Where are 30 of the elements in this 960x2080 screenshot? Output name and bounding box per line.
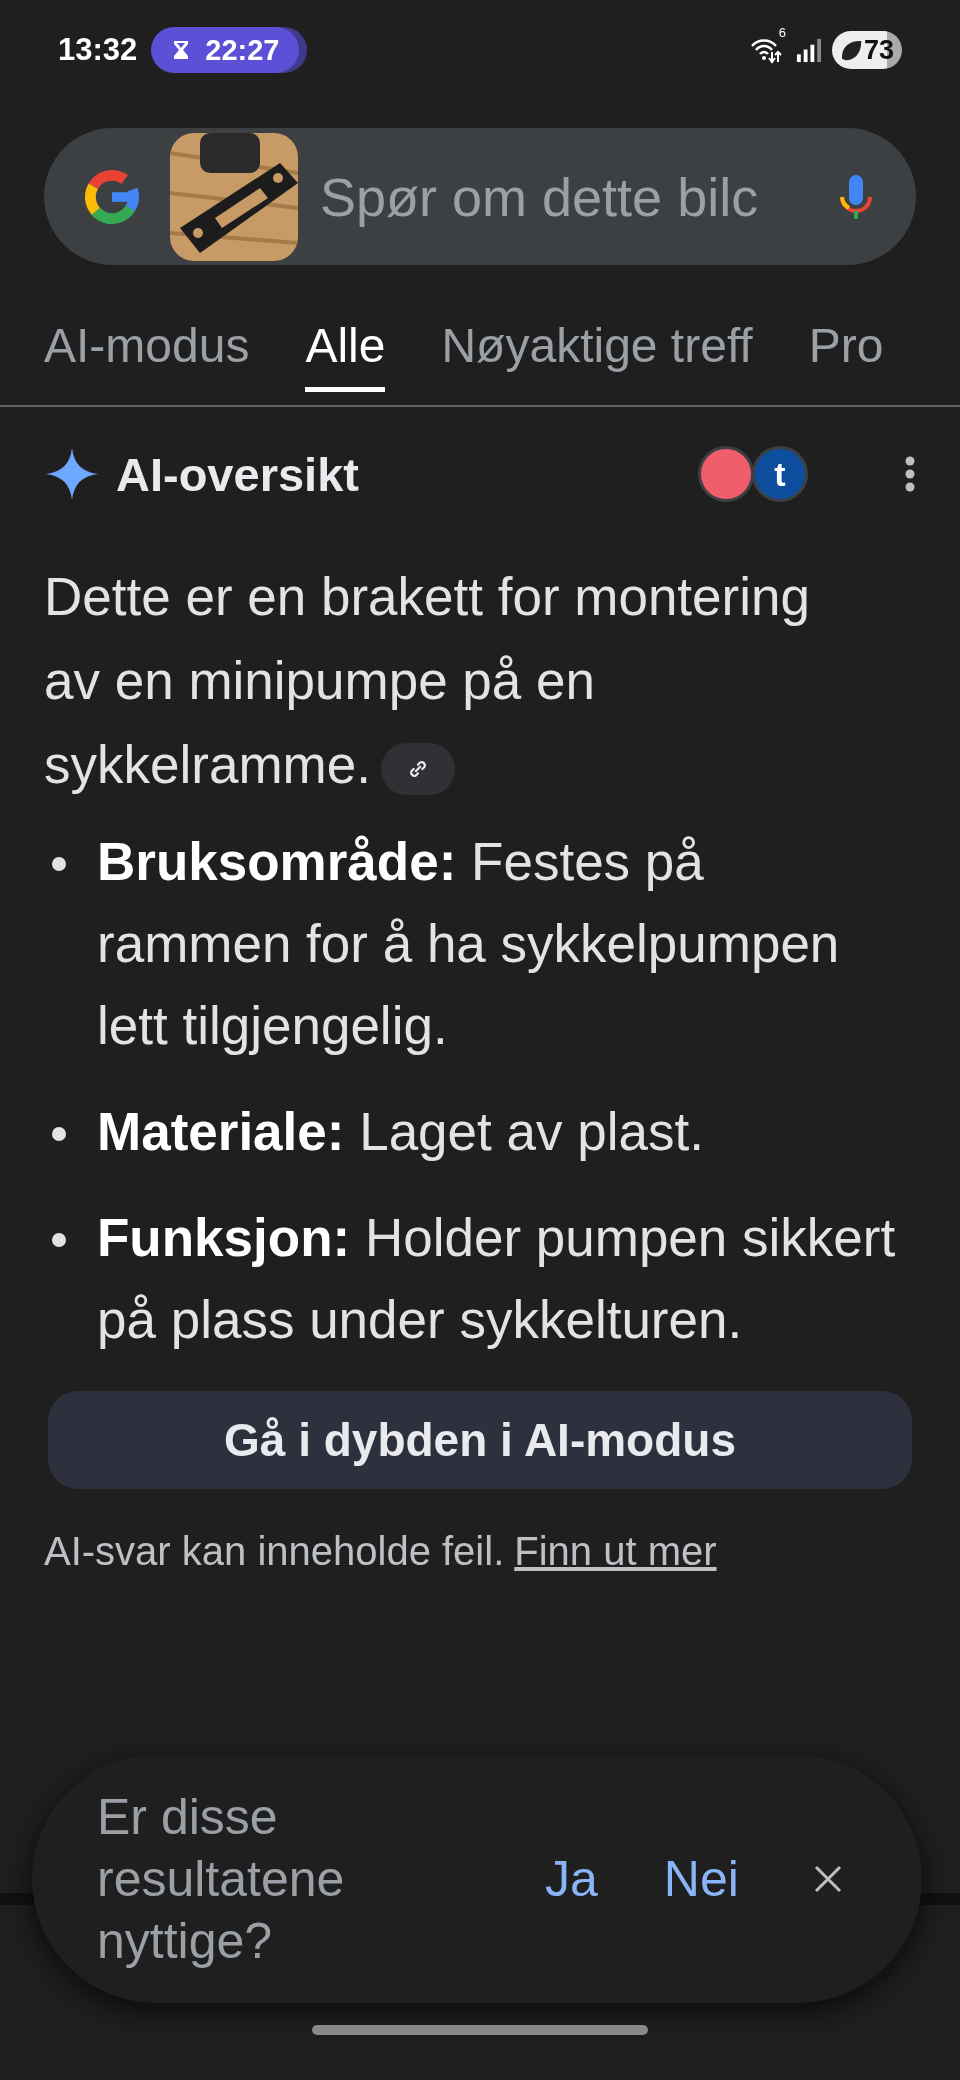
yes-button[interactable]: Ja <box>545 1850 598 1908</box>
bullet-dot <box>52 1233 66 1247</box>
bullet-text: Bruksområde: Festes på rammen for å ha sykkelpumpen lett tilgjengelig. <box>97 831 841 1057</box>
tab[interactable]: Nøyaktige treff <box>441 300 753 392</box>
section-title: AI-oversikt <box>116 446 360 502</box>
bullet-dot <box>52 857 66 871</box>
deep-dive-button[interactable]: Gå i dybden i AI-modus <box>48 1391 912 1489</box>
bullet-dot <box>52 1127 66 1141</box>
no-button[interactable]: Nei <box>663 1850 739 1908</box>
source-icon[interactable] <box>698 446 754 502</box>
battery-indicator: 73 <box>831 31 902 69</box>
disclaimer-text: AI-svar kan inneholde feil. <box>44 1529 505 1574</box>
clock-time: 13:32 <box>58 32 138 68</box>
tab[interactable]: AI-modus <box>44 300 250 392</box>
wifi-icon <box>748 36 783 64</box>
link-button[interactable] <box>380 743 455 795</box>
source-icon[interactable]: t <box>752 446 808 502</box>
search-field[interactable]: Spør om dette bilc <box>320 161 836 232</box>
tab[interactable]: Alle <box>305 300 386 392</box>
bullet-text: Materiale: Laget av plast. <box>97 1101 705 1163</box>
close-icon[interactable] <box>812 1864 843 1894</box>
learn-more-link[interactable]: Finn ut mer <box>514 1529 717 1574</box>
bullet-text: Funksjon: Holder pumpen sikkert på plass under sykkelturen. <box>97 1207 897 1351</box>
search-bar[interactable]: Spør om dette bilc <box>44 128 916 265</box>
feedback-question: Er disse resultatene nyttige? <box>97 1788 346 1971</box>
leaf-icon <box>839 39 862 61</box>
more-options-icon[interactable] <box>904 456 916 492</box>
wifi-label: 6 <box>778 25 786 40</box>
signal-icon <box>795 37 822 63</box>
tab[interactable]: Pro <box>808 300 884 392</box>
